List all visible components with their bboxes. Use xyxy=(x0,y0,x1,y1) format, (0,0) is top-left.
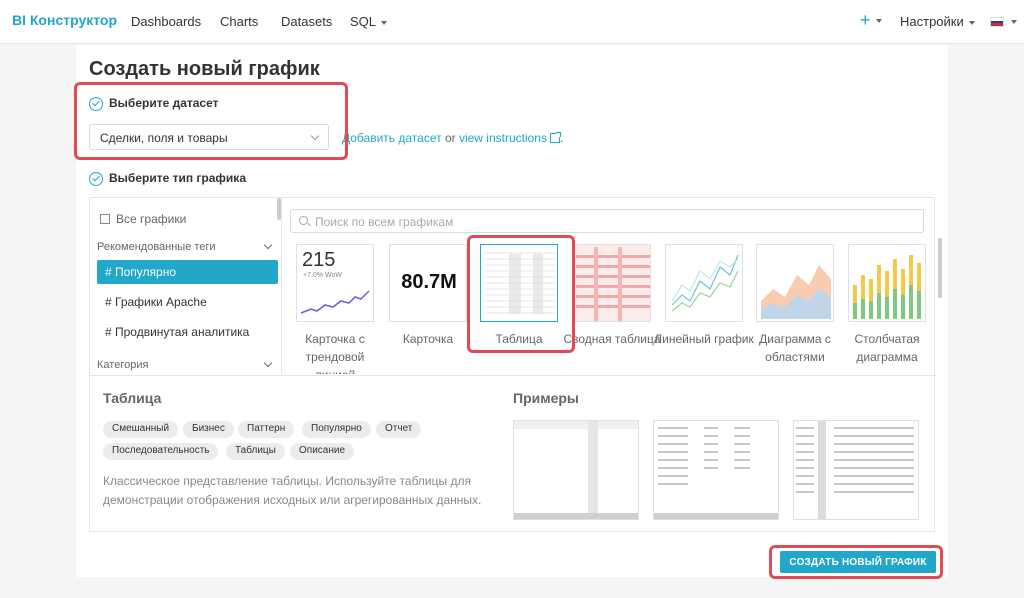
trendline-thumb-icon xyxy=(300,290,370,314)
step-choose-chart-type: Выберите тип графика xyxy=(89,171,246,186)
brand-logo[interactable]: BI Конструктор xyxy=(12,12,117,28)
grid-icon xyxy=(100,214,110,224)
chart-card-label: Карточка xyxy=(402,332,454,346)
sidebar-all-charts[interactable]: Все графики xyxy=(100,212,186,226)
chart-card-big-number[interactable]: 80.7M Карточка xyxy=(389,244,467,348)
search-icon xyxy=(299,216,308,225)
settings-menu[interactable]: Настройки xyxy=(900,14,975,29)
chart-cards: 215 +7.0% WoW Карточка с трендовой линие… xyxy=(283,238,933,374)
chart-card-pivot-table[interactable]: Сводная таблица xyxy=(563,244,661,348)
bar-chart-thumb-icon xyxy=(853,255,921,319)
tag-chip[interactable]: Таблицы xyxy=(226,443,285,460)
tag-chip[interactable]: Популярно xyxy=(302,421,371,438)
brand-name: Конструктор xyxy=(29,12,118,28)
example-thumbnail[interactable] xyxy=(653,420,779,520)
sidebar-recommended-header[interactable]: Рекомендованные теги xyxy=(97,240,273,253)
chevron-down-icon xyxy=(381,20,388,25)
table-example-icon xyxy=(654,427,778,519)
example-thumbnail[interactable] xyxy=(793,420,919,520)
pivot-thumb-icon xyxy=(576,247,650,321)
nav-sql-label: SQL xyxy=(350,14,377,29)
tag-chip[interactable]: Отчет xyxy=(376,421,422,438)
view-instructions-label: view instructions xyxy=(458,131,547,145)
tag-chip[interactable]: Паттерн xyxy=(238,421,295,438)
chart-search-input[interactable]: Поиск по всем графикам xyxy=(290,209,924,233)
chart-tags-sidebar: Все графики Рекомендованные теги # Попул… xyxy=(90,198,282,374)
tag-chip[interactable]: Описание xyxy=(290,443,355,460)
chart-thumbnail xyxy=(573,244,651,322)
line-chart-thumb-icon xyxy=(671,254,739,312)
chart-thumbnail xyxy=(756,244,834,322)
chart-card-label: Диаграмма с областями xyxy=(759,332,831,364)
language-flag-icon[interactable] xyxy=(990,17,1004,27)
chart-description-panel: Таблица Смешанный Бизнес Паттерн Популяр… xyxy=(90,375,936,532)
chart-card-area-chart[interactable]: Диаграмма с областями xyxy=(756,244,834,366)
plus-icon: + xyxy=(860,10,871,30)
table-example-icon xyxy=(514,421,638,519)
nav-datasets[interactable]: Datasets xyxy=(281,14,332,29)
step-label: Выберите тип графика xyxy=(109,171,246,185)
chevron-down-icon xyxy=(263,240,273,250)
chart-thumbnail: 80.7M xyxy=(389,244,467,322)
chevron-down-icon xyxy=(875,19,882,24)
examples-title: Примеры xyxy=(513,390,579,406)
settings-label: Настройки xyxy=(900,14,964,29)
chart-card-label: Карточка с трендовой линией xyxy=(305,332,365,374)
chevron-down-icon xyxy=(1011,20,1017,24)
chart-card-big-number-trend[interactable]: 215 +7.0% WoW Карточка с трендовой линие… xyxy=(296,244,374,374)
sidebar-header-label: Рекомендованные теги xyxy=(97,241,216,253)
cards-scrollbar[interactable] xyxy=(938,238,942,298)
chart-card-label: Линейный график xyxy=(654,332,754,346)
sidebar-item-advanced[interactable]: # Продвинутая аналитика xyxy=(97,320,278,344)
thumb-big-number: 80.7M xyxy=(401,271,457,293)
sidebar-scrollbar[interactable] xyxy=(277,198,281,220)
highlight-table-card xyxy=(467,235,575,353)
sidebar-category-header[interactable]: Категория xyxy=(97,358,273,371)
nav-charts[interactable]: Charts xyxy=(220,14,258,29)
tag-chip[interactable]: Смешанный xyxy=(103,421,179,438)
add-new-menu[interactable]: + xyxy=(860,10,882,31)
sidebar-header-label: Категория xyxy=(97,359,149,371)
brand-prefix: BI xyxy=(12,12,26,28)
sidebar-item-popular[interactable]: # Популярно xyxy=(97,260,278,284)
add-dataset-link[interactable]: Добавить датасет xyxy=(342,131,442,145)
nav-sql[interactable]: SQL xyxy=(350,14,388,29)
highlight-create-button xyxy=(769,545,943,579)
nav-dashboards[interactable]: Dashboards xyxy=(131,14,201,29)
selected-chart-title: Таблица xyxy=(103,390,162,406)
table-example-icon xyxy=(796,421,914,519)
selected-chart-description: Классическое представление таблицы. Испо… xyxy=(103,474,482,507)
external-link-icon xyxy=(549,132,561,143)
dataset-links: Добавить датасет or view instructions. xyxy=(342,131,563,145)
check-circle-icon xyxy=(89,171,103,186)
chart-thumbnail xyxy=(665,244,743,322)
example-thumbnail[interactable] xyxy=(513,420,639,520)
or-text: or xyxy=(444,131,456,145)
chart-card-label: Столбчатая диаграмма xyxy=(854,332,920,364)
chart-thumbnail xyxy=(848,244,926,322)
area-chart-thumb-icon xyxy=(761,265,831,319)
sidebar-all-charts-label: Все графики xyxy=(116,212,187,226)
sidebar-item-apache[interactable]: # Графики Apache xyxy=(97,290,278,314)
chart-card-label: Сводная таблица xyxy=(563,332,661,346)
chart-thumbnail: 215 +7.0% WoW xyxy=(296,244,374,322)
view-instructions-link[interactable]: view instructions xyxy=(458,131,561,145)
chart-card-line-chart[interactable]: Линейный график xyxy=(654,244,754,348)
chevron-down-icon xyxy=(263,358,273,368)
tag-chip[interactable]: Бизнес xyxy=(183,421,234,438)
highlight-dataset-step xyxy=(74,82,348,160)
search-placeholder: Поиск по всем графикам xyxy=(315,215,454,229)
chart-card-bar-chart[interactable]: Столбчатая диаграмма xyxy=(848,244,926,366)
chevron-down-icon xyxy=(968,20,975,25)
page-title: Создать новый график xyxy=(89,58,320,80)
tag-chip[interactable]: Последовательность xyxy=(103,443,219,460)
top-navbar: BI Конструктор Dashboards Charts Dataset… xyxy=(0,0,1024,44)
